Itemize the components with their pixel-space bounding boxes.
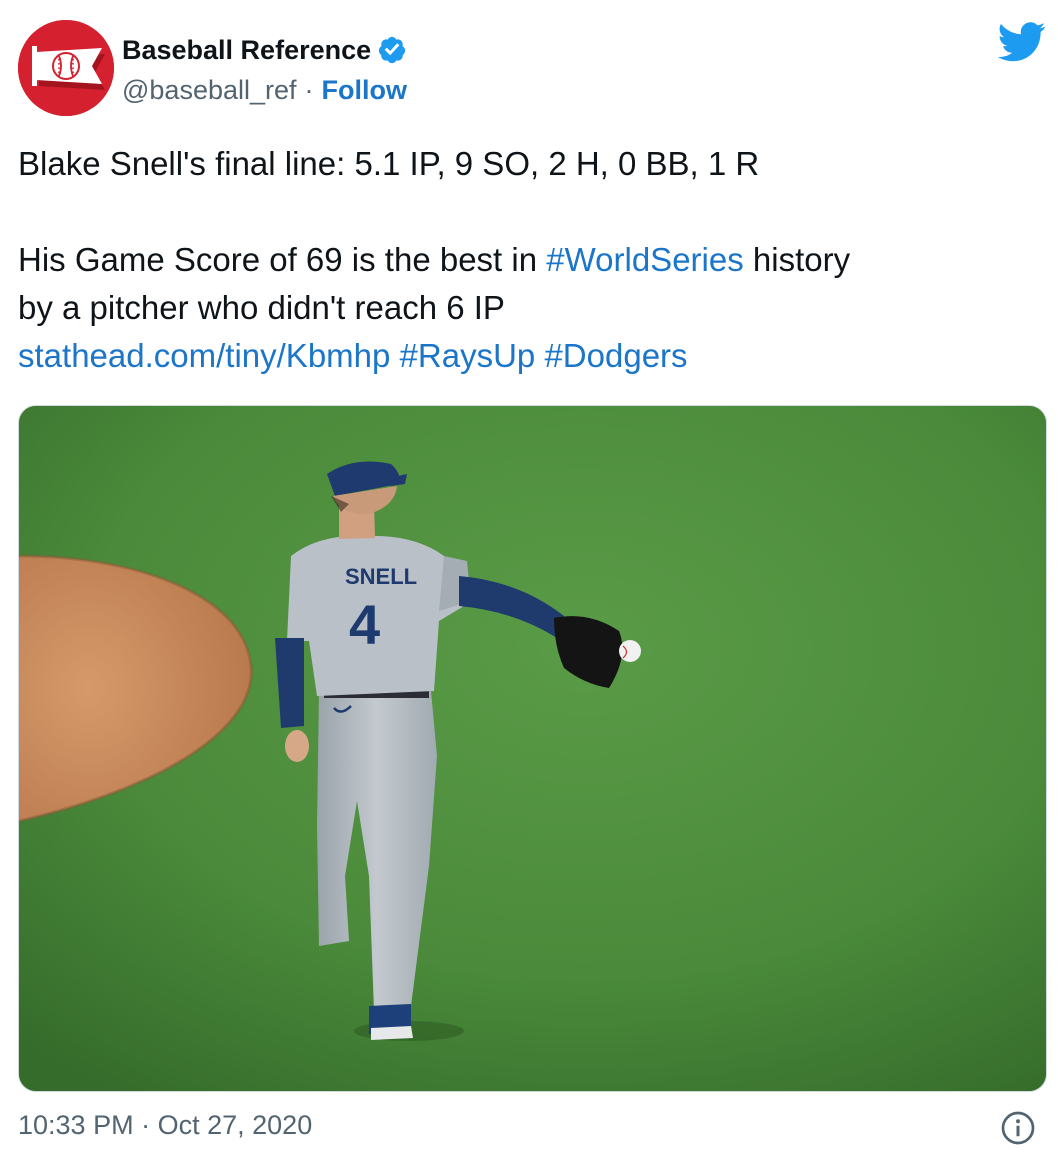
baseball-pennant-logo-icon	[18, 20, 114, 116]
hashtag-worldseries-link[interactable]: #WorldSeries	[546, 241, 743, 278]
pitcher-photo-illustration: SNELL 4	[19, 406, 1046, 1091]
tweet-timestamp[interactable]: 10:33 PM · Oct 27, 2020	[18, 1110, 312, 1141]
tweet-date: Oct 27, 2020	[157, 1110, 313, 1140]
separator-dot: ·	[304, 74, 314, 105]
author-avatar[interactable]	[18, 20, 114, 116]
follow-button[interactable]: Follow	[322, 75, 407, 106]
tweet-line-2: His Game Score of 69 is the best in #Wor…	[18, 236, 1038, 284]
tweet-time: 10:33 PM	[18, 1110, 134, 1140]
tweet-line-3: by a pitcher who didn't reach 6 IP	[18, 289, 505, 326]
hashtag-raysup-link[interactable]: #RaysUp	[400, 337, 536, 374]
jersey-number-text: 4	[349, 593, 380, 656]
info-icon[interactable]	[1000, 1110, 1036, 1146]
verified-badge-icon	[379, 36, 406, 64]
tweet-line-1: Blake Snell's final line: 5.1 IP, 9 SO, …	[18, 145, 760, 182]
tweet-line-4: stathead.com/tiny/Kbmhp #RaysUp #Dodgers	[18, 332, 1038, 380]
jersey-name-text: SNELL	[345, 564, 417, 589]
tweet-line-2-tail: history	[743, 241, 851, 278]
tweet-photo[interactable]: SNELL 4	[18, 405, 1047, 1092]
author-handle[interactable]: @baseball_ref	[122, 75, 297, 106]
tweet-line-2-text: His Game Score of 69 is the best in	[18, 241, 547, 278]
tweet-text: Blake Snell's final line: 5.1 IP, 9 SO, …	[18, 140, 1038, 380]
tweet-embed: Baseball Reference @baseball_ref · Follo…	[0, 0, 1058, 1166]
timestamp-separator: ·	[141, 1110, 151, 1140]
stathead-url-link[interactable]: stathead.com/tiny/Kbmhp	[18, 337, 390, 374]
author-display-name[interactable]: Baseball Reference	[122, 35, 371, 66]
author-handle-row: @baseball_ref · Follow	[122, 72, 407, 108]
author-name-row: Baseball Reference	[122, 30, 407, 70]
twitter-bird-icon[interactable]	[998, 22, 1046, 62]
hashtag-dodgers-link[interactable]: #Dodgers	[544, 337, 687, 374]
